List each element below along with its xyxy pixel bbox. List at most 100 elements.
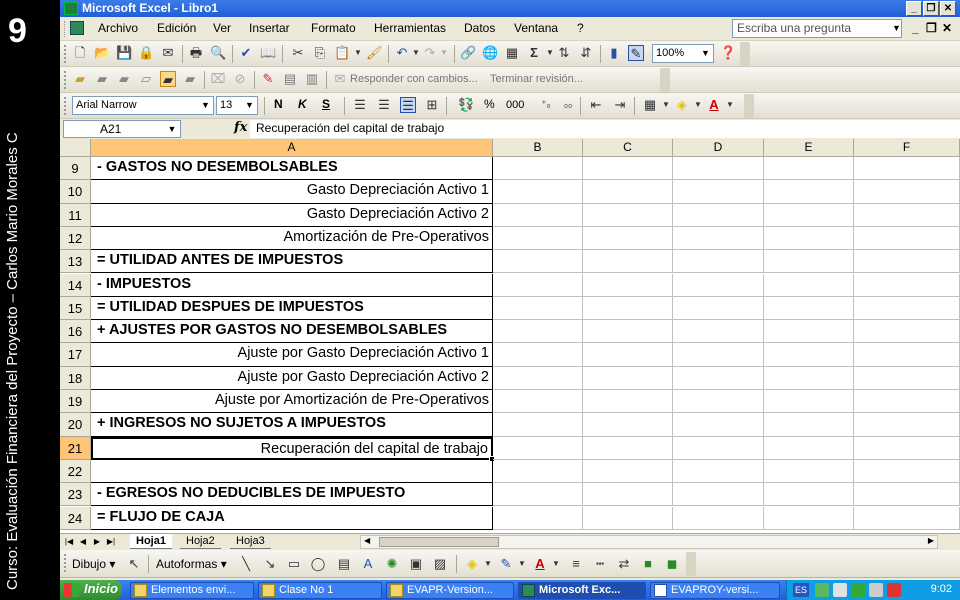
cell[interactable] bbox=[854, 250, 960, 274]
workbook-icon[interactable] bbox=[70, 21, 84, 35]
currency-icon[interactable]: 💱 bbox=[458, 97, 474, 113]
cell-a[interactable] bbox=[91, 459, 493, 484]
prev-sheet-icon[interactable]: ◀ bbox=[78, 535, 88, 548]
cell-a[interactable]: Gasto Depreciación Activo 2 bbox=[91, 203, 493, 227]
scroll-right-icon[interactable]: ▶ bbox=[928, 536, 934, 545]
cell[interactable] bbox=[583, 343, 673, 367]
column-header-d[interactable]: D bbox=[673, 139, 764, 157]
cell-a[interactable]: - IMPUESTOS bbox=[91, 273, 493, 297]
cell[interactable] bbox=[764, 273, 854, 297]
dash-style-icon[interactable]: ┅ bbox=[592, 556, 608, 572]
font-color-dropdown-icon[interactable]: ▼ bbox=[722, 97, 738, 113]
cell[interactable] bbox=[493, 273, 583, 297]
cell[interactable] bbox=[764, 459, 854, 484]
row-header[interactable]: 12 bbox=[60, 226, 91, 251]
sort-ascending-icon[interactable]: ⇅ bbox=[556, 45, 572, 61]
tray-security-icon[interactable] bbox=[887, 583, 901, 597]
cell[interactable] bbox=[493, 226, 583, 251]
row-header[interactable]: 14 bbox=[60, 273, 91, 297]
paste-dropdown-icon[interactable]: ▼ bbox=[350, 45, 366, 61]
row-header[interactable]: 22 bbox=[60, 459, 91, 484]
cell-a[interactable]: Ajuste por Gasto Depreciación Activo 2 bbox=[91, 366, 493, 390]
chart-wizard-icon[interactable]: ▮ bbox=[606, 45, 622, 61]
cell[interactable] bbox=[854, 366, 960, 390]
line-icon[interactable]: ╲ bbox=[238, 556, 254, 572]
spelling-icon[interactable]: ✔ bbox=[238, 45, 254, 61]
ink-icon[interactable]: 🌐 bbox=[482, 45, 498, 61]
cell[interactable] bbox=[673, 459, 764, 484]
fill-color-icon[interactable]: ◈ bbox=[464, 556, 480, 572]
cell[interactable] bbox=[493, 180, 583, 204]
markup-icon[interactable]: ▤ bbox=[282, 71, 298, 87]
cell[interactable] bbox=[673, 157, 764, 181]
cell[interactable] bbox=[493, 483, 583, 507]
cell[interactable] bbox=[854, 413, 960, 437]
cell[interactable] bbox=[764, 296, 854, 321]
decrease-indent-icon[interactable]: ⇤ bbox=[588, 97, 604, 113]
row-header[interactable]: 24 bbox=[60, 506, 91, 530]
comment-prev-icon[interactable]: ▰ bbox=[94, 71, 110, 87]
cell[interactable] bbox=[583, 320, 673, 344]
task-button-active[interactable]: Microsoft Exc... bbox=[518, 582, 646, 599]
column-header-c[interactable]: C bbox=[583, 139, 673, 157]
arrow-style-icon[interactable]: ⇄ bbox=[616, 556, 632, 572]
cell[interactable] bbox=[764, 483, 854, 507]
cell-a[interactable]: + AJUSTES POR GASTOS NO DESEMBOLSABLES bbox=[91, 320, 493, 344]
cell[interactable] bbox=[583, 483, 673, 507]
reviewing-pane-icon[interactable]: ▥ bbox=[304, 71, 320, 87]
cell[interactable] bbox=[854, 296, 960, 321]
cell[interactable] bbox=[764, 413, 854, 437]
cell[interactable] bbox=[854, 273, 960, 297]
autoshapes-menu-button[interactable]: Autoformas ▾ bbox=[156, 557, 227, 571]
line-style-icon[interactable]: ≡ bbox=[568, 556, 584, 572]
increase-decimal-icon[interactable]: ⁺₀ bbox=[538, 97, 554, 113]
tray-app-icon[interactable] bbox=[833, 583, 847, 597]
row-header[interactable]: 17 bbox=[60, 343, 91, 367]
language-indicator[interactable]: ES bbox=[793, 583, 809, 597]
cell-a[interactable]: Amortización de Pre-Operativos bbox=[91, 226, 493, 251]
cell-a[interactable]: = FLUJO DE CAJA bbox=[91, 506, 493, 530]
menu-edicion[interactable]: Edición bbox=[157, 21, 196, 35]
shadow-icon[interactable]: ■ bbox=[640, 556, 656, 572]
start-button[interactable]: Inicio bbox=[60, 580, 122, 600]
cell[interactable] bbox=[673, 483, 764, 507]
row-header[interactable]: 19 bbox=[60, 390, 91, 414]
menu-formato[interactable]: Formato bbox=[311, 21, 356, 35]
cell[interactable] bbox=[583, 296, 673, 321]
task-button[interactable]: EVAPROY-versi... bbox=[650, 582, 780, 599]
cell[interactable] bbox=[583, 226, 673, 251]
toolbar-options-button[interactable] bbox=[660, 68, 670, 92]
cell[interactable] bbox=[854, 343, 960, 367]
align-left-icon[interactable]: ☰ bbox=[352, 97, 368, 113]
rectangle-icon[interactable]: ▭ bbox=[286, 556, 302, 572]
folder-icon[interactable]: ▰ bbox=[72, 71, 88, 87]
cell[interactable] bbox=[583, 366, 673, 390]
help-dropdown-icon[interactable]: ▼ bbox=[892, 23, 901, 33]
oval-icon[interactable]: ◯ bbox=[310, 556, 326, 572]
doc-restore-button[interactable]: ❐ bbox=[926, 21, 937, 35]
toolbar-options-button[interactable] bbox=[686, 552, 696, 576]
cell[interactable] bbox=[673, 180, 764, 204]
scrollbar-thumb[interactable] bbox=[379, 537, 499, 547]
help-icon[interactable]: ❓ bbox=[720, 45, 736, 61]
cell[interactable] bbox=[493, 413, 583, 437]
cell[interactable] bbox=[493, 390, 583, 414]
font-select[interactable]: Arial Narrow ▼ bbox=[72, 96, 214, 115]
cell[interactable] bbox=[854, 226, 960, 251]
menu-datos[interactable]: Datos bbox=[464, 21, 495, 35]
insert-hyperlink-icon[interactable]: 🔗 bbox=[460, 45, 476, 61]
name-box[interactable]: A21 ▼ bbox=[63, 120, 181, 138]
print-icon[interactable]: 🖶 bbox=[188, 45, 204, 61]
cell[interactable] bbox=[764, 436, 854, 460]
select-all-corner[interactable] bbox=[60, 139, 91, 157]
line-color-dropdown-icon[interactable]: ▼ bbox=[514, 556, 530, 572]
row-header[interactable]: 11 bbox=[60, 203, 91, 227]
save-icon[interactable]: 💾 bbox=[116, 45, 132, 61]
cell[interactable] bbox=[854, 203, 960, 227]
align-center-icon[interactable]: ☰ bbox=[376, 97, 392, 113]
horizontal-scrollbar[interactable]: ◀ ▶ bbox=[360, 535, 938, 549]
column-header-e[interactable]: E bbox=[764, 139, 854, 157]
cell-a[interactable]: = UTILIDAD ANTES DE IMPUESTOS bbox=[91, 250, 493, 274]
cell[interactable] bbox=[764, 203, 854, 227]
scroll-left-icon[interactable]: ◀ bbox=[364, 536, 370, 545]
